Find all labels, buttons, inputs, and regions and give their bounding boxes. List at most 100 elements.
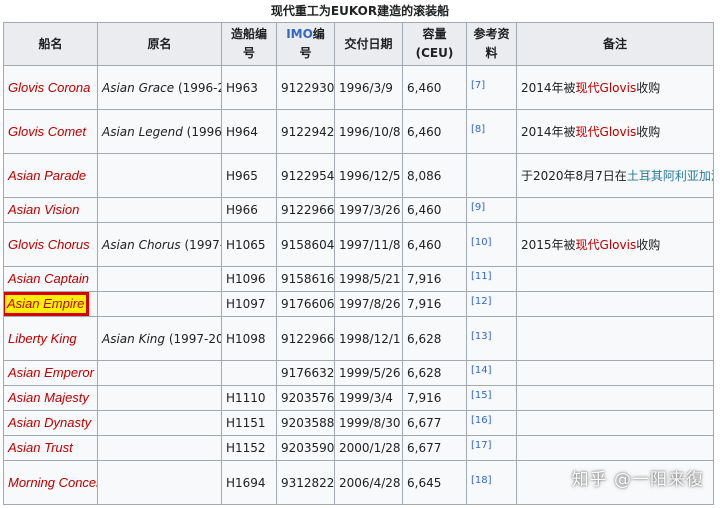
reference-link[interactable]: [14] xyxy=(471,365,492,376)
hull-number-cell: H1098 xyxy=(221,316,277,361)
table-body: Glovis CoronaAsian Grace (1996-2014)H963… xyxy=(3,65,714,505)
ship-name-link[interactable]: Glovis Corona xyxy=(8,80,90,95)
ship-name-link[interactable]: Asian Parade xyxy=(8,168,86,183)
original-name: Asian Grace xyxy=(102,80,175,95)
delivery-date-cell: 1997/3/26 xyxy=(334,197,403,223)
header-imo[interactable]: IMO编号 xyxy=(276,22,335,66)
original-name: Asian King xyxy=(102,331,165,346)
note-link[interactable]: 现代Glovis xyxy=(576,125,637,139)
imo-link[interactable]: IMO xyxy=(286,27,313,41)
hull-number-cell: H1694 xyxy=(221,460,277,505)
reference-cell: [18] xyxy=(466,460,517,505)
reference-link[interactable]: [12] xyxy=(471,296,492,307)
reference-link[interactable]: [16] xyxy=(471,415,492,426)
delivery-date-cell: 1997/11/8 xyxy=(334,222,403,267)
original-years: (1997-2021) xyxy=(168,331,221,346)
table-row: Asian Captain H1096 9158616 1998/5/21 7,916 [… xyxy=(3,266,714,292)
header-imo-suffix: 编 xyxy=(312,27,325,41)
ship-name-link[interactable]: Asian Majesty xyxy=(8,390,89,405)
notes-cell xyxy=(516,197,714,223)
notes-cell: 2014年被现代Glovis收购 xyxy=(516,109,714,154)
note-link[interactable]: 现代Glovis xyxy=(576,81,637,95)
ship-name-link[interactable]: Asian Trust xyxy=(8,440,73,455)
imo-number-cell: 9176606 xyxy=(276,291,335,317)
ship-name-link[interactable]: Asian Emperor xyxy=(8,365,94,380)
ship-name-cell: Asian Captain xyxy=(3,266,98,292)
original-name-cell xyxy=(97,360,222,386)
ship-name-link[interactable]: Glovis Comet xyxy=(8,124,86,139)
notes-cell xyxy=(516,291,714,317)
ship-name-link[interactable]: Asian Dynasty xyxy=(8,415,91,430)
ship-name-link[interactable]: Asian Vision xyxy=(8,202,79,217)
note-text-suffix: 收购 xyxy=(636,124,661,139)
ship-name-cell: Glovis Corona xyxy=(3,65,98,110)
header-hull-line2: 号 xyxy=(242,46,255,60)
ship-name-cell: Glovis Comet xyxy=(3,109,98,154)
reference-link[interactable]: [8] xyxy=(471,124,485,135)
ship-name-link[interactable]: Liberty King xyxy=(8,331,77,346)
delivery-date-cell: 1996/3/9 xyxy=(334,65,403,110)
delivery-date-cell: 2006/4/28 xyxy=(334,460,403,505)
reference-link[interactable]: [11] xyxy=(471,271,492,282)
hull-number-cell: H1096 xyxy=(221,266,277,292)
delivery-date-cell: 1999/8/30 xyxy=(334,410,403,436)
reference-cell: [12] xyxy=(466,291,517,317)
notes-cell xyxy=(516,385,714,411)
table-row: Asian Parade H965 9122954 1996/12/5 8,086 于20… xyxy=(3,153,714,198)
ship-name-link[interactable]: Morning Concert xyxy=(8,475,97,490)
reference-cell: [17] xyxy=(466,435,517,461)
header-references: 参考资料 xyxy=(466,22,517,66)
imo-number-cell: 9203590 xyxy=(276,435,335,461)
notes-cell: 于2020年8月7日在土耳其阿利亚加港拆卸 xyxy=(516,153,714,198)
reference-link[interactable]: [7] xyxy=(471,80,485,91)
original-years: (1996-2014) xyxy=(177,80,221,95)
hull-number-cell: H1097 xyxy=(221,291,277,317)
delivery-date-cell: 1996/10/8 xyxy=(334,109,403,154)
capacity-cell: 6,460 xyxy=(402,197,467,223)
notes-cell xyxy=(516,360,714,386)
reference-link[interactable]: [17] xyxy=(471,440,492,451)
header-ship-name[interactable]: 船名 xyxy=(3,22,98,66)
reference-link[interactable]: [10] xyxy=(471,237,492,248)
imo-number-cell: 9158604 xyxy=(276,222,335,267)
reference-link[interactable]: [13] xyxy=(471,331,492,342)
imo-number-cell: 9203588 xyxy=(276,410,335,436)
imo-number-cell: 9122966 xyxy=(276,316,335,361)
header-capacity[interactable]: 容量 (CEU) xyxy=(402,22,467,66)
ship-name-cell: Asian Vision xyxy=(3,197,98,223)
hull-number-cell xyxy=(221,360,277,386)
reference-cell: [11] xyxy=(466,266,517,292)
note-link[interactable]: 土耳其阿利亚加港 xyxy=(627,169,713,183)
ship-name-link[interactable]: Asian Empire xyxy=(7,296,84,311)
note-link[interactable]: 现代Glovis xyxy=(576,238,637,252)
ship-name-cell: Asian Emperor xyxy=(3,360,98,386)
capacity-cell: 6,460 xyxy=(402,222,467,267)
capacity-cell: 6,460 xyxy=(402,65,467,110)
ship-name-cell: Asian Dynasty xyxy=(3,410,98,436)
ship-name-link[interactable]: Asian Captain xyxy=(8,271,89,286)
header-hull-number[interactable]: 造船编号 xyxy=(221,22,277,66)
capacity-cell: 6,645 xyxy=(402,460,467,505)
capacity-cell: 6,460 xyxy=(402,109,467,154)
reference-cell: [15] xyxy=(466,385,517,411)
reference-link[interactable]: [18] xyxy=(471,475,492,486)
header-original-name[interactable]: 原名 xyxy=(97,22,222,66)
capacity-cell: 6,677 xyxy=(402,435,467,461)
table-row: Asian Emperor 9176632 1999/5/26 6,628 [14] xyxy=(3,360,714,386)
original-years: (1997-2015) xyxy=(184,237,221,252)
imo-number-cell: 9122930 xyxy=(276,65,335,110)
table-row: Asian Empire H1097 9176606 1997/8/26 7,916 [1… xyxy=(3,291,714,317)
imo-number-cell: 9122942 xyxy=(276,109,335,154)
original-name: Asian Legend xyxy=(102,124,183,139)
hull-number-cell: H965 xyxy=(221,153,277,198)
header-delivery-date[interactable]: 交付日期 xyxy=(334,22,403,66)
original-name-cell xyxy=(97,410,222,436)
header-capacity-line2: (CEU) xyxy=(415,46,454,60)
capacity-cell: 7,916 xyxy=(402,266,467,292)
capacity-cell: 6,628 xyxy=(402,360,467,386)
reference-cell: [10] xyxy=(466,222,517,267)
reference-link[interactable]: [15] xyxy=(471,390,492,401)
reference-cell: [14] xyxy=(466,360,517,386)
ship-name-link[interactable]: Glovis Chorus xyxy=(8,237,90,252)
reference-link[interactable]: [9] xyxy=(471,202,485,213)
